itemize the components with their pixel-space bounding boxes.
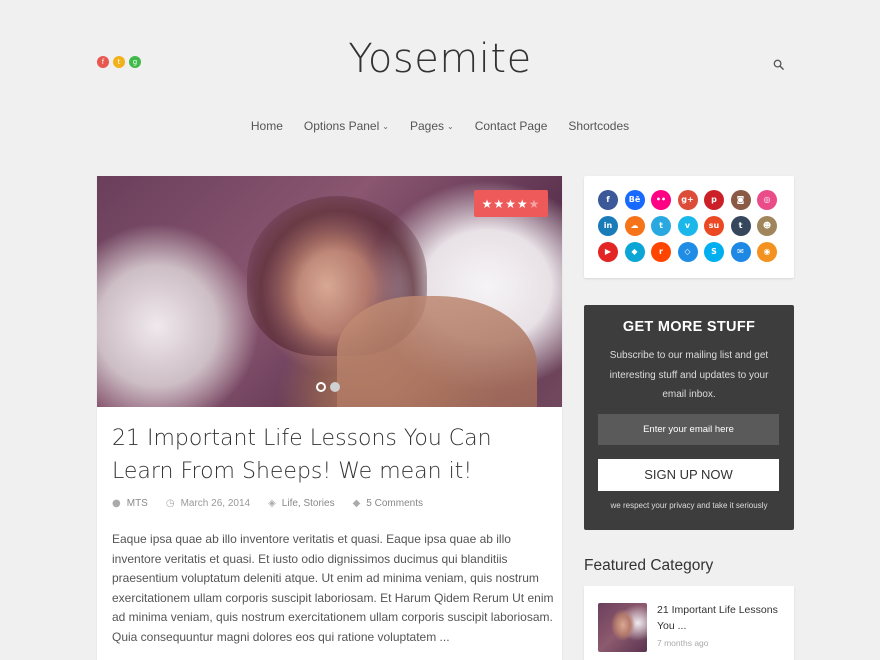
star-icon: ★ bbox=[493, 196, 506, 211]
email-icon[interactable]: ✉ bbox=[730, 242, 751, 262]
reddit-icon[interactable]: r bbox=[651, 242, 671, 262]
featured-post-thumbnail[interactable] bbox=[598, 603, 647, 652]
soundcloud-icon[interactable]: ☁ bbox=[624, 216, 645, 236]
pinterest-icon[interactable]: p bbox=[704, 190, 724, 210]
post-date: ◷ March 26, 2014 bbox=[166, 498, 250, 509]
nav-item-label: Options Panel bbox=[303, 119, 380, 133]
social-icon-grid: f Bē •• g+ p ◙ ◎ in ☁ t v su t ☻ ▶ ◆ r ◇ S ✉ ◉ bbox=[598, 190, 777, 262]
featured-post-card: ★ ★ ★ ★ ★ 21 Important Life Lessons You Can … bbox=[97, 176, 562, 660]
github-icon[interactable]: ☻ bbox=[757, 216, 777, 236]
user-icon: ● bbox=[112, 498, 121, 509]
email-field[interactable] bbox=[598, 414, 779, 445]
chevron-down-icon: ⌄ bbox=[447, 121, 454, 131]
star-icon: ★ bbox=[516, 196, 529, 211]
chevron-down-icon: ⌄ bbox=[382, 121, 389, 131]
post-author: ● MTS bbox=[112, 498, 148, 509]
nav-item-home[interactable]: Home bbox=[251, 119, 283, 133]
main-navigation: Home Options Panel ⌄ Pages ⌄ Contact Page Shor… bbox=[0, 119, 880, 133]
behance-icon[interactable]: Bē bbox=[624, 190, 645, 210]
nav-item-options-panel[interactable]: Options Panel ⌄ bbox=[304, 119, 389, 133]
star-icon: ★ bbox=[528, 196, 541, 211]
twitter-icon[interactable]: t bbox=[651, 216, 671, 236]
newsletter-title: GET MORE STUFF bbox=[622, 319, 756, 335]
facebook-icon[interactable]: f bbox=[598, 190, 618, 210]
privacy-note: we respect your privacy and take it seri… bbox=[610, 501, 768, 510]
stumbleupon-icon[interactable]: su bbox=[704, 216, 724, 236]
featured-category-heading: Featured Category bbox=[584, 557, 714, 574]
nav-item-label: Pages bbox=[409, 119, 444, 133]
slider-dot[interactable] bbox=[330, 382, 340, 392]
slider-pagination bbox=[316, 382, 340, 392]
flickr-icon[interactable]: •• bbox=[651, 190, 671, 210]
youtube-icon[interactable]: ▶ bbox=[598, 242, 618, 262]
instagram-icon[interactable]: ◙ bbox=[730, 190, 751, 210]
featured-post-title[interactable]: 21 Important Life Lessons You ... bbox=[657, 602, 782, 634]
categories-text[interactable]: Life, Stories bbox=[282, 498, 335, 509]
nav-item-pages[interactable]: Pages ⌄ bbox=[410, 119, 454, 133]
featured-post-date: 7 months ago bbox=[657, 638, 709, 648]
linkedin-icon[interactable]: in bbox=[598, 216, 618, 236]
newsletter-description: Subscribe to our mailing list and get in… bbox=[609, 350, 769, 400]
dribbble-icon[interactable]: ◎ bbox=[757, 190, 777, 210]
star-icon: ★ bbox=[481, 196, 494, 211]
google-plus-icon[interactable]: g+ bbox=[677, 190, 698, 210]
clock-icon: ◷ bbox=[165, 498, 175, 509]
nav-item-shortcodes[interactable]: Shortcodes bbox=[568, 119, 629, 133]
post-meta: ● MTS ◷ March 26, 2014 ◈ Life, Stories ◆… bbox=[112, 498, 423, 509]
dropbox-icon[interactable]: ◇ bbox=[677, 242, 698, 262]
post-title[interactable]: 21 Important Life Lessons You Can Learn … bbox=[112, 422, 552, 488]
hero-coat-shape bbox=[337, 296, 537, 407]
tumblr-icon[interactable]: t bbox=[730, 216, 751, 236]
post-categories: ◈ Life, Stories bbox=[268, 498, 335, 509]
rating-badge: ★ ★ ★ ★ ★ bbox=[474, 190, 548, 217]
nav-item-contact-page[interactable]: Contact Page bbox=[475, 119, 548, 133]
slider-dot[interactable] bbox=[316, 382, 326, 392]
featured-category-widget: 21 Important Life Lessons You ... 7 mont… bbox=[584, 586, 794, 660]
nav-item-label: Shortcodes bbox=[568, 119, 630, 133]
comments-icon: ◆ bbox=[352, 498, 361, 509]
star-icon: ★ bbox=[505, 196, 517, 211]
rss-icon[interactable]: ◉ bbox=[757, 242, 777, 262]
author-name[interactable]: MTS bbox=[127, 498, 148, 509]
search-icon[interactable] bbox=[773, 59, 784, 70]
post-excerpt: Eaque ipsa quae ab illo inventore verita… bbox=[112, 532, 554, 644]
tag-icon: ◈ bbox=[268, 498, 276, 509]
delicious-icon[interactable]: ◆ bbox=[624, 242, 645, 262]
nav-item-label: Contact Page bbox=[474, 119, 548, 133]
post-comments: ◆ 5 Comments bbox=[353, 498, 423, 509]
nav-item-label: Home bbox=[250, 119, 283, 133]
vimeo-icon[interactable]: v bbox=[677, 216, 698, 236]
site-title[interactable]: Yosemite bbox=[0, 36, 880, 82]
date-text: March 26, 2014 bbox=[180, 498, 251, 509]
comments-link[interactable]: 5 Comments bbox=[366, 498, 423, 509]
newsletter-widget: GET MORE STUFF Subscribe to our mailing … bbox=[584, 305, 794, 530]
sign-up-button[interactable]: SIGN UP NOW bbox=[598, 459, 779, 491]
post-hero-image[interactable]: ★ ★ ★ ★ ★ bbox=[97, 176, 562, 407]
social-widget: f Bē •• g+ p ◙ ◎ in ☁ t v su t ☻ ▶ ◆ r ◇ S ✉ ◉ bbox=[584, 176, 794, 278]
skype-icon[interactable]: S bbox=[704, 242, 724, 262]
